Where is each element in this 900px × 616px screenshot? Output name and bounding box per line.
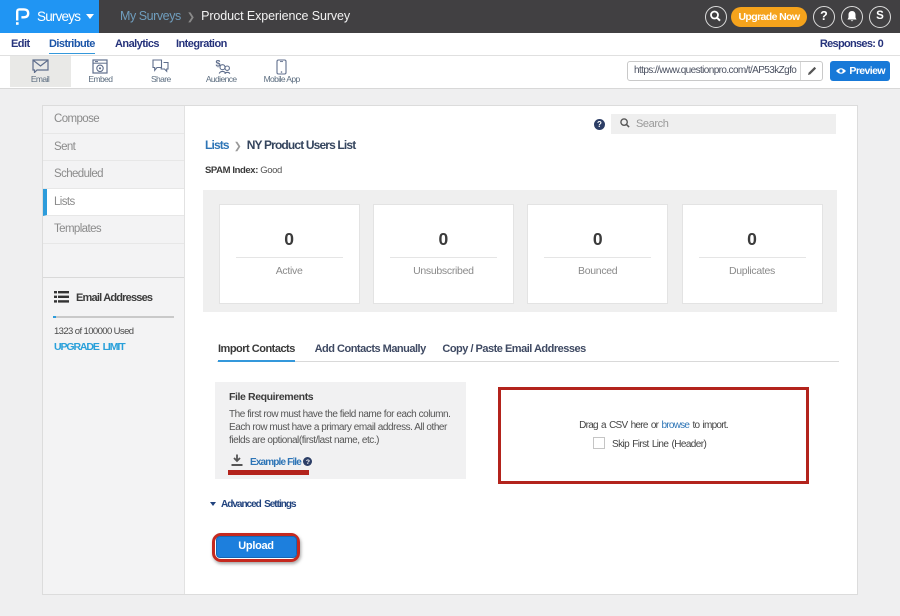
svg-text:?: ?: [597, 120, 602, 129]
